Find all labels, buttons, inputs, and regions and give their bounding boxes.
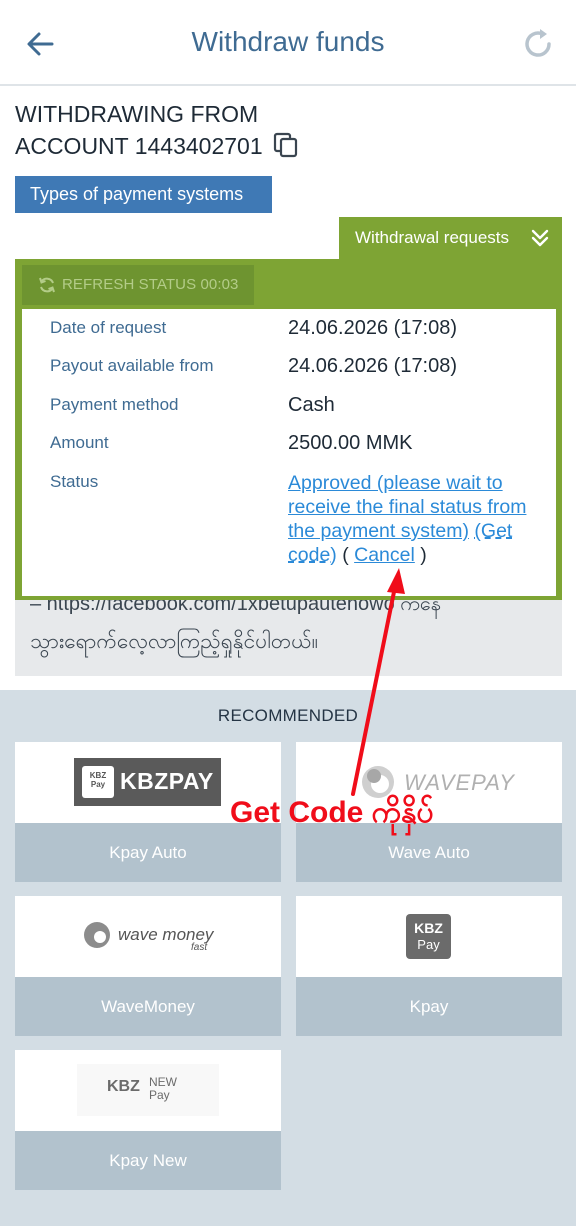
kbzpay-logo-mark: KBZ Pay [82, 766, 114, 798]
card-logo-area: KBZ Pay [296, 896, 562, 977]
wavemoney-logo-small-text: fast [191, 942, 208, 953]
account-heading-line2: ACCOUNT 1443402701 [15, 133, 263, 159]
card-label: WaveMoney [101, 997, 195, 1016]
kbz-pay-logo-text: KBZ [414, 920, 443, 936]
payment-card-kpay[interactable]: KBZ Pay Kpay [296, 896, 562, 1036]
kbzpay-logo-text: KBZPAY [120, 768, 214, 794]
kbzpay-logo-small-text: KBZ Pay [89, 771, 107, 789]
info-message-line2: သွားရောက်လေ့လာကြည့်ရှုနိုင်ပါတယ်။ [30, 630, 319, 653]
status-label: Status [50, 472, 99, 491]
request-details-table: Date of request 24.06.2026 (17:08) Payou… [22, 309, 556, 596]
detail-value: 2500.00 MMK [288, 432, 413, 454]
card-logo-area: KBZ NEW Pay [15, 1050, 281, 1131]
account-heading-line1: WITHDRAWING FROM [15, 101, 259, 127]
detail-label: Date of request [50, 318, 167, 337]
cancel-link[interactable]: Cancel [354, 544, 415, 566]
status-value: Approved (please wait to receive the fin… [288, 471, 538, 567]
account-heading: WITHDRAWING FROM ACCOUNT 1443402701 [15, 98, 435, 162]
annotation-label: Get Code ကိုနှိပ် [230, 796, 434, 829]
recommended-title: RECOMMENDED [217, 706, 359, 725]
payment-card-wavemoney[interactable]: wave money fast WaveMoney [15, 896, 281, 1036]
top-app-bar: Withdraw funds [0, 0, 576, 86]
open-paren: ( [342, 544, 349, 566]
payment-card-kpay-new[interactable]: KBZ NEW Pay Kpay New [15, 1050, 281, 1190]
card-label: Kpay [409, 997, 449, 1016]
detail-label: Amount [50, 433, 109, 452]
kbz-pay-logo: KBZ Pay [406, 914, 451, 959]
detail-label: Payment method [50, 395, 179, 414]
page-title: Withdraw funds [191, 26, 385, 57]
refresh-status-label: REFRESH STATUS 00:03 [62, 276, 239, 293]
refresh-status-button[interactable]: REFRESH STATUS 00:03 [22, 265, 254, 305]
copy-icon[interactable] [273, 132, 299, 158]
kbz-new-pay-logo-text: KBZ [107, 1078, 140, 1095]
sync-icon [39, 277, 55, 293]
withdrawal-requests-label: Withdrawal requests [355, 228, 510, 247]
detail-value: 24.06.2026 (17:08) [288, 355, 458, 377]
detail-value: Cash [288, 394, 335, 416]
close-paren: ) [420, 544, 427, 566]
types-of-payment-systems-button[interactable]: Types of payment systems [15, 176, 272, 213]
refresh-icon[interactable] [520, 26, 556, 62]
kbz-new-pay-logo-small-text: NEW Pay [149, 1075, 177, 1102]
withdrawal-requests-tab[interactable]: Withdrawal requests [339, 217, 562, 260]
card-label: Kpay New [109, 1151, 187, 1170]
card-logo-area: wave money fast [15, 896, 281, 977]
wavemoney-logo-icon [84, 922, 110, 948]
kbz-pay-logo-small-text: Pay [417, 937, 440, 952]
kbz-new-pay-logo: KBZ NEW Pay [77, 1064, 219, 1116]
kbzpay-logo: KBZ Pay KBZPAY [74, 758, 221, 806]
detail-label: Payout available from [50, 356, 214, 375]
detail-value: 24.06.2026 (17:08) [288, 317, 458, 339]
double-chevron-down-icon [531, 229, 549, 247]
